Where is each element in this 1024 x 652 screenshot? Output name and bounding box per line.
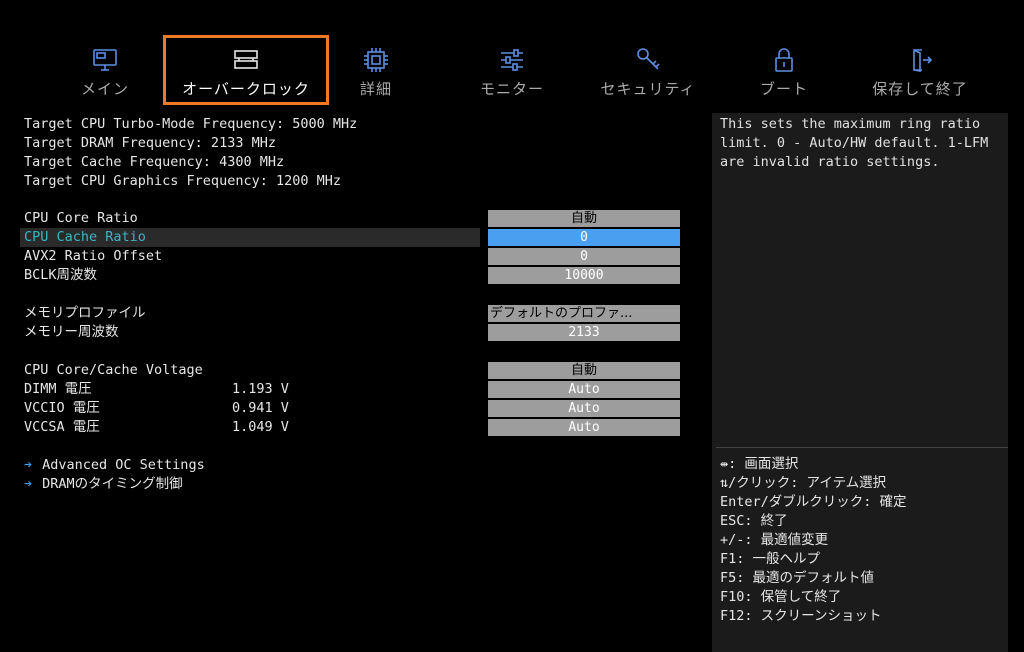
arrow-right-icon: ➔ xyxy=(24,476,33,492)
setting-label: VCCIO 電圧 xyxy=(24,400,100,416)
tab-monitor[interactable]: モニター xyxy=(442,46,582,99)
info-graphics-frequency: Target CPU Graphics Frequency: 1200 MHz xyxy=(24,173,341,189)
tab-label: メイン xyxy=(80,80,129,98)
setting-label: CPU Core/Cache Voltage xyxy=(24,362,203,378)
vccio-voltage-value[interactable]: Auto xyxy=(488,400,680,417)
link-label: Advanced OC Settings xyxy=(42,457,205,473)
help-divider xyxy=(716,447,1008,448)
tab-security[interactable]: セキュリティ xyxy=(578,46,718,99)
lock-icon xyxy=(775,48,793,72)
cpu-core-ratio-value[interactable]: 自動 xyxy=(488,210,680,227)
setting-vccsa-voltage[interactable]: VCCSA 電圧 1.049 V xyxy=(20,418,480,437)
exit-door-icon xyxy=(913,49,933,72)
tab-save-exit[interactable]: 保存して終了 xyxy=(850,46,990,99)
help-description: This sets the maximum ring ratio limit. … xyxy=(720,116,989,170)
setting-vccio-voltage[interactable]: VCCIO 電圧 0.941 V xyxy=(20,399,480,418)
setting-bclk-frequency[interactable]: BCLK周波数 xyxy=(20,266,480,285)
setting-dimm-voltage[interactable]: DIMM 電圧 1.193 V xyxy=(20,380,480,399)
help-panel: This sets the maximum ring ratio limit. … xyxy=(712,113,1008,652)
setting-cpu-cache-ratio[interactable]: CPU Cache Ratio xyxy=(20,228,480,247)
tab-label: 保存して終了 xyxy=(872,80,968,98)
active-tab-highlight xyxy=(163,35,329,105)
key-hint: F5: 最適のデフォルト値 xyxy=(720,570,875,586)
key-hint: F12: スクリーンショット xyxy=(720,608,882,624)
info-dram-frequency: Target DRAM Frequency: 2133 MHz xyxy=(24,135,276,151)
setting-label: メモリー周波数 xyxy=(24,324,119,340)
voltage-reading: 0.941 V xyxy=(232,400,289,416)
setting-cpu-core-ratio[interactable]: CPU Core Ratio xyxy=(20,209,480,228)
tab-label: モニター xyxy=(479,80,544,98)
key-hint: ⇹: 画面選択 xyxy=(720,456,799,472)
link-advanced-oc-settings[interactable]: ➔ Advanced OC Settings xyxy=(24,456,205,475)
key-icon xyxy=(637,48,660,70)
key-hint: F1: 一般ヘルプ xyxy=(720,551,821,567)
setting-label: VCCSA 電圧 xyxy=(24,419,100,435)
dimm-voltage-value[interactable]: Auto xyxy=(488,381,680,398)
info-cache-frequency: Target Cache Frequency: 4300 MHz xyxy=(24,154,285,170)
info-turbo-frequency: Target CPU Turbo-Mode Frequency: 5000 MH… xyxy=(24,116,358,132)
avx2-ratio-offset-value[interactable]: 0 xyxy=(488,248,680,265)
key-hint: +/-: 最適値変更 xyxy=(720,532,829,548)
voltage-reading: 1.049 V xyxy=(232,419,289,435)
setting-avx2-ratio-offset[interactable]: AVX2 Ratio Offset xyxy=(20,247,480,266)
setting-label: BCLK周波数 xyxy=(24,267,98,283)
key-hint: Enter/ダブルクリック: 確定 xyxy=(720,494,907,510)
monitor-icon xyxy=(93,49,117,71)
tab-main[interactable]: メイン xyxy=(35,46,175,99)
setting-label: AVX2 Ratio Offset xyxy=(24,248,163,264)
tab-label: ブート xyxy=(759,80,808,98)
link-dram-timing-control[interactable]: ➔ DRAMのタイミング制御 xyxy=(24,475,183,494)
sliders-icon xyxy=(501,49,523,71)
setting-label: CPU Cache Ratio xyxy=(24,229,146,245)
cpu-cache-ratio-value[interactable]: 0 xyxy=(488,229,680,246)
bclk-frequency-value[interactable]: 10000 xyxy=(488,267,680,284)
setting-core-cache-voltage[interactable]: CPU Core/Cache Voltage xyxy=(20,361,480,380)
memory-profile-value[interactable]: デフォルトのプロファ... xyxy=(488,305,680,322)
arrow-right-icon: ➔ xyxy=(24,457,33,473)
core-cache-voltage-value[interactable]: 自動 xyxy=(488,362,680,379)
key-hint: ⇅/クリック: アイテム選択 xyxy=(720,475,887,491)
vccsa-voltage-value[interactable]: Auto xyxy=(488,419,680,436)
setting-memory-frequency[interactable]: メモリー周波数 xyxy=(20,323,480,342)
key-hint: ESC: 終了 xyxy=(720,513,788,529)
link-label: DRAMのタイミング制御 xyxy=(42,476,183,492)
setting-memory-profile[interactable]: メモリプロファイル xyxy=(20,304,480,323)
key-hint: F10: 保管して終了 xyxy=(720,589,842,605)
setting-label: CPU Core Ratio xyxy=(24,210,138,226)
voltage-reading: 1.193 V xyxy=(232,381,289,397)
tab-label: セキュリティ xyxy=(600,80,696,98)
top-nav: メイン オーバークロック 詳細 モニター セキュリティ ブート 保存して終了 xyxy=(0,0,1024,110)
memory-frequency-value[interactable]: 2133 xyxy=(488,324,680,341)
setting-label: DIMM 電圧 xyxy=(24,381,92,397)
setting-label: メモリプロファイル xyxy=(24,305,146,321)
tab-boot[interactable]: ブート xyxy=(714,46,854,99)
cpu-chip-icon xyxy=(364,48,388,72)
key-legend: ⇹: 画面選択 ⇅/クリック: アイテム選択 Enter/ダブルクリック: 確定… xyxy=(720,455,907,626)
